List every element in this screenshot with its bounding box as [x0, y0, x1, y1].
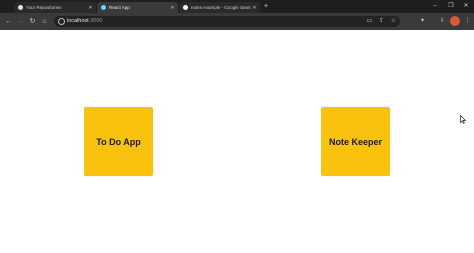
close-icon[interactable]: ✕: [87, 5, 94, 11]
profile-avatar[interactable]: [450, 16, 460, 26]
forward-button[interactable]: →: [16, 17, 25, 26]
browser-toolbar: ← → ↻ ⌂ localhost:3000 ▭ ⇪ ☆ ✦ ⇩ ⋮: [0, 13, 474, 30]
new-tab-button[interactable]: +: [262, 3, 270, 11]
url-port: :3000: [88, 18, 103, 24]
site-info-icon[interactable]: [58, 18, 65, 25]
downloads-icon[interactable]: ⇩: [438, 17, 447, 26]
tab-strip: Your Repositories ✕ React App ✕ notes ex…: [0, 0, 474, 13]
address-bar[interactable]: localhost:3000 ▭ ⇪ ☆: [54, 16, 400, 27]
url-host: localhost: [67, 18, 89, 24]
url-text: localhost:3000: [67, 16, 102, 27]
extensions-icon[interactable]: ✦: [418, 17, 427, 26]
browser-window: Your Repositories ✕ React App ✕ notes ex…: [0, 0, 474, 253]
menu-icon[interactable]: ⋮: [463, 17, 472, 26]
tab-your-repositories[interactable]: Your Repositories ✕: [14, 2, 96, 13]
card-title: Note Keeper: [328, 136, 382, 147]
minimize-button[interactable]: –: [430, 2, 440, 11]
bookmark-star-icon[interactable]: ☆: [390, 18, 397, 25]
react-icon: [101, 5, 106, 10]
tab-label: notes example - Google Search: [191, 5, 251, 10]
tab-label: React App: [109, 5, 130, 10]
reload-button[interactable]: ↻: [28, 17, 37, 26]
tab-google-search[interactable]: notes example - Google Search ✕: [179, 2, 260, 13]
tab-react-app[interactable]: React App ✕: [97, 2, 178, 13]
share-icon[interactable]: ⇪: [378, 18, 385, 25]
close-icon[interactable]: ✕: [169, 5, 176, 11]
todo-app-card[interactable]: To Do App: [84, 107, 153, 176]
maximize-button[interactable]: ❐: [446, 2, 456, 11]
cast-icon[interactable]: ▭: [366, 18, 373, 25]
github-icon: [18, 5, 23, 10]
home-button[interactable]: ⌂: [40, 17, 49, 26]
card-title: To Do App: [96, 136, 141, 147]
google-icon: [183, 5, 188, 10]
note-keeper-card[interactable]: Note Keeper: [321, 107, 390, 176]
mouse-cursor-icon: [460, 115, 466, 124]
back-button[interactable]: ←: [4, 17, 13, 26]
page-content: To Do App Note Keeper: [0, 30, 474, 253]
close-window-button[interactable]: ✕: [461, 2, 471, 11]
tab-label: Your Repositories: [26, 5, 62, 10]
close-icon[interactable]: ✕: [251, 5, 258, 11]
